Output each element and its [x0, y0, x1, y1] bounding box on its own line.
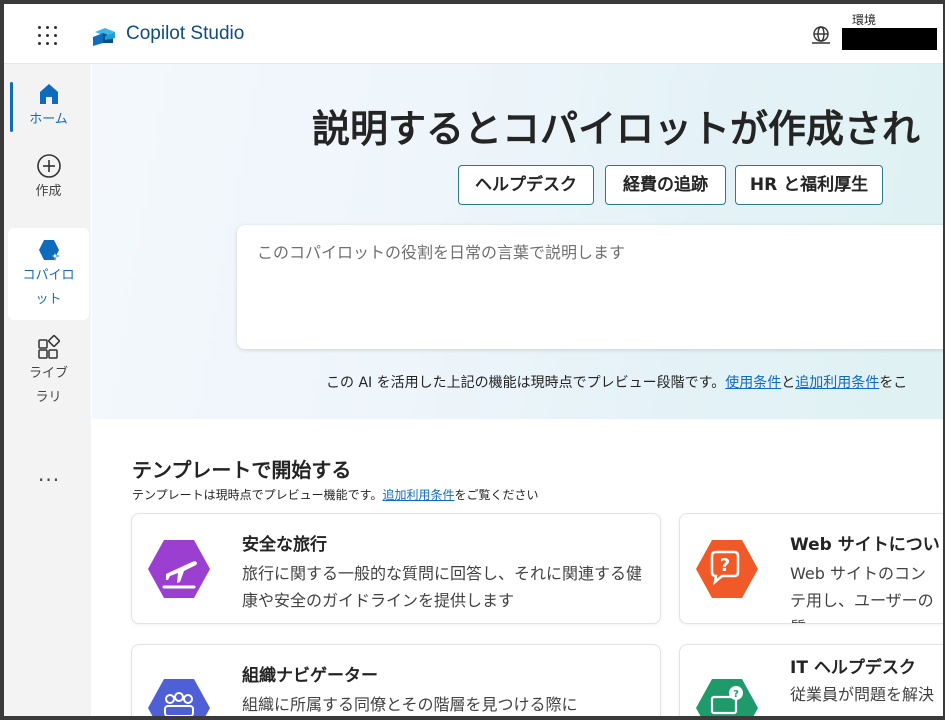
template-card-title: Web サイトについ — [790, 535, 940, 555]
main-content: 説明するとコパイロットが作成され ヘルプデスク 経費の追跡 HR と福利厚生 こ… — [92, 64, 943, 716]
app-title[interactable]: Copilot Studio — [126, 23, 244, 45]
template-card-title: 安全な旅行 — [242, 535, 327, 555]
template-card-website-qa[interactable]: ? Web サイトについ Web サイトのコンテ用し、ユーザーの質 — [679, 513, 943, 624]
svg-text:?: ? — [733, 689, 739, 700]
sidebar-item-create[interactable]: 作成 — [8, 152, 89, 212]
template-card-description: 旅行に関する一般的な質問に回答し、それに関連する健康や安全のガイドラインを提供し… — [242, 564, 643, 610]
environment-value-redacted[interactable] — [842, 28, 937, 50]
sidebar-item-label: ホーム — [29, 112, 68, 127]
copilot-description-input-box — [237, 225, 943, 349]
app-window: Copilot Studio 環境 ホーム 作成 コパイロット ライブラリ ..… — [4, 4, 943, 716]
templates-subtitle: テンプレートは現時点でプレビュー機能です。追加利用条件をご覧ください — [132, 486, 538, 503]
terms-of-use-link[interactable]: 使用条件 — [725, 375, 781, 391]
sidebar-item-copilot[interactable]: コパイロット — [8, 228, 89, 320]
sidebar-item-home[interactable]: ホーム — [8, 74, 89, 134]
templates-subtitle-text: をご覧ください — [454, 488, 539, 502]
airplane-icon — [148, 540, 210, 598]
templates-subtitle-text: テンプレートは現時点でプレビュー機能です。 — [132, 488, 383, 502]
disclaimer-text: と — [781, 375, 796, 391]
sidebar-item-label: 作成 — [35, 184, 62, 199]
chip-hr-benefits[interactable]: HR と福利厚生 — [735, 165, 883, 205]
preview-disclaimer: この AI を活用した上記の機能は現時点でプレビュー段階です。使用条件と追加利用… — [326, 372, 907, 392]
svg-text:?: ? — [720, 555, 730, 576]
chip-expense-tracking[interactable]: 経費の追跡 — [605, 165, 726, 205]
template-card-description: Web サイトのコンテ用し、ユーザーの質 — [790, 564, 934, 623]
environment-label: 環境 — [852, 13, 877, 27]
library-icon — [37, 335, 60, 359]
copilot-description-input[interactable] — [237, 225, 943, 349]
hero-section: 説明するとコパイロットが作成され ヘルプデスク 経費の追跡 HR と福利厚生 こ… — [92, 64, 943, 419]
template-card-description: 組織に所属する同僚とその階層を見つける際に — [242, 695, 578, 714]
copilot-icon — [38, 240, 60, 261]
templates-title: テンプレートで開始する — [132, 458, 352, 482]
disclaimer-text: この AI を活用した上記の機能は現時点でプレビュー段階です。 — [326, 375, 726, 391]
home-icon — [39, 84, 58, 104]
disclaimer-text: をこ — [879, 375, 908, 391]
template-card-safe-travel[interactable]: 安全な旅行 旅行に関する一般的な質問に回答し、それに関連する健康や安全のガイドラ… — [131, 513, 661, 624]
laptop-question-icon: ? — [696, 679, 758, 716]
top-bar: Copilot Studio 環境 — [4, 4, 943, 64]
copilot-studio-logo — [93, 28, 115, 46]
plus-circle-icon — [36, 154, 61, 178]
template-card-title: IT ヘルプデスク — [790, 658, 916, 678]
templates-additional-terms-link[interactable]: 追加利用条件 — [382, 488, 454, 502]
sidebar-item-label: ライブラリ — [28, 366, 68, 405]
people-icon — [148, 679, 210, 716]
template-card-title: 組織ナビゲーター — [242, 666, 378, 686]
chip-helpdesk[interactable]: ヘルプデスク — [458, 165, 594, 205]
chat-question-icon: ? — [696, 540, 758, 598]
waffle-icon[interactable] — [38, 26, 58, 46]
template-card-it-helpdesk[interactable]: ? IT ヘルプデスク 従業員が問題を解決 — [679, 644, 943, 716]
sidebar: ホーム 作成 コパイロット ライブラリ ... — [4, 64, 91, 716]
more-icon[interactable]: ... — [38, 462, 60, 486]
globe-icon[interactable] — [810, 24, 832, 46]
template-card-org-navigator[interactable]: 組織ナビゲーター 組織に所属する同僚とその階層を見つける際に — [131, 644, 661, 716]
sidebar-item-library[interactable]: ライブラリ — [8, 334, 89, 414]
template-card-description: 従業員が問題を解決 — [790, 685, 935, 704]
sidebar-item-label: コパイロット — [22, 268, 75, 307]
hero-title: 説明するとコパイロットが作成され — [312, 107, 921, 151]
additional-terms-link[interactable]: 追加利用条件 — [795, 375, 879, 391]
